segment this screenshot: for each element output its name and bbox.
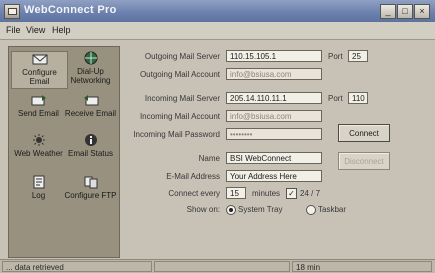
maximize-button[interactable]: □ <box>397 4 413 19</box>
envelope-icon <box>32 54 47 65</box>
incoming-account-label: Incoming Mail Account <box>139 112 220 121</box>
sidebar-item-send-email[interactable]: Send Email <box>11 93 66 123</box>
incoming-port-field[interactable]: 110 <box>348 92 368 104</box>
incoming-account-field[interactable]: info@bsiusa.com <box>226 110 322 122</box>
minutes-label: minutes <box>252 189 281 198</box>
menu-help[interactable]: Help <box>52 25 71 35</box>
weather-icon <box>32 134 45 146</box>
status-middle <box>154 261 290 272</box>
menu-bar: File View Help <box>0 22 435 40</box>
incoming-password-field[interactable]: •••••••• <box>226 128 322 140</box>
incoming-password-label: Incoming Mail Password <box>133 130 220 139</box>
title-bar[interactable]: WebConnect Pro _ □ × <box>0 0 435 22</box>
sidebar-item-label: Dial-Up Networking <box>70 67 111 85</box>
outgoing-account-field[interactable]: info@bsiusa.com <box>226 68 322 80</box>
sidebar-item-configure-email[interactable]: Configure Email <box>11 51 68 89</box>
outgoing-account-label: Outgoing Mail Account <box>139 70 220 79</box>
menu-view[interactable]: View <box>26 25 45 35</box>
sidebar-item-log[interactable]: Log <box>11 175 66 205</box>
system-tray-label: System Tray <box>238 205 283 214</box>
log-icon <box>33 175 44 189</box>
sidebar: Configure Email Dial-Up Networking Send … <box>8 46 120 258</box>
status-message: ... data retrieved <box>2 261 152 272</box>
always-on-label: 24 / 7 <box>300 189 321 198</box>
minimize-button[interactable]: _ <box>380 4 396 19</box>
system-tray-radio[interactable] <box>226 205 236 215</box>
sidebar-item-web-weather[interactable]: Web Weather <box>11 133 66 165</box>
email-config-form: Outgoing Mail Server 110.15.105.1 Port 2… <box>120 40 426 256</box>
sidebar-item-label: Web Weather <box>14 149 63 158</box>
connect-button[interactable]: Connect <box>338 124 390 142</box>
outgoing-server-label: Outgoing Mail Server <box>144 52 220 61</box>
status-bar: ... data retrieved 18 min <box>0 259 435 273</box>
sidebar-item-label: Configure FTP <box>64 191 117 200</box>
window-title: WebConnect Pro <box>24 4 117 16</box>
sidebar-item-label: Receive Email <box>64 109 117 118</box>
connect-every-label: Connect every <box>168 189 220 198</box>
app-icon <box>4 4 20 19</box>
globe-icon <box>84 51 97 65</box>
email-label: E-Mail Address <box>166 172 220 181</box>
sidebar-item-email-status[interactable]: Email Status <box>63 133 118 165</box>
taskbar-label: Taskbar <box>318 205 347 214</box>
disconnect-button[interactable]: Disconnect <box>338 152 390 170</box>
receive-email-icon <box>83 95 98 106</box>
outgoing-port-field[interactable]: 25 <box>348 50 368 62</box>
taskbar-radio[interactable] <box>306 205 316 215</box>
email-field[interactable]: Your Address Here <box>226 170 322 182</box>
sidebar-item-label: Log <box>31 191 46 200</box>
app-window: WebConnect Pro _ □ × File View Help Conf… <box>0 0 435 273</box>
sidebar-item-label: Send Email <box>18 109 59 118</box>
show-on-label: Show on: <box>186 205 220 214</box>
send-email-icon <box>31 95 46 106</box>
incoming-port-label: Port <box>328 94 343 103</box>
sidebar-item-configure-ftp[interactable]: Configure FTP <box>63 175 118 211</box>
sidebar-item-label: Configure Email <box>22 68 57 86</box>
info-icon <box>84 134 97 146</box>
close-button[interactable]: × <box>414 4 430 19</box>
ftp-icon <box>84 176 97 189</box>
incoming-server-field[interactable]: 205.14.110.11.1 <box>226 92 322 104</box>
sidebar-item-label: Email Status <box>68 149 113 158</box>
sidebar-item-receive-email[interactable]: Receive Email <box>63 93 118 123</box>
connect-every-field[interactable]: 15 <box>226 187 246 199</box>
always-on-checkbox[interactable]: ✓ <box>286 188 297 199</box>
incoming-server-label: Incoming Mail Server <box>144 94 220 103</box>
name-field[interactable]: BSI WebConnect <box>226 152 322 164</box>
status-timer: 18 min <box>292 261 432 272</box>
sidebar-item-dial-up-networking[interactable]: Dial-Up Networking <box>63 51 118 87</box>
outgoing-port-label: Port <box>328 52 343 61</box>
outgoing-server-field[interactable]: 110.15.105.1 <box>226 50 322 62</box>
name-label: Name <box>198 154 220 163</box>
menu-file[interactable]: File <box>6 25 21 35</box>
